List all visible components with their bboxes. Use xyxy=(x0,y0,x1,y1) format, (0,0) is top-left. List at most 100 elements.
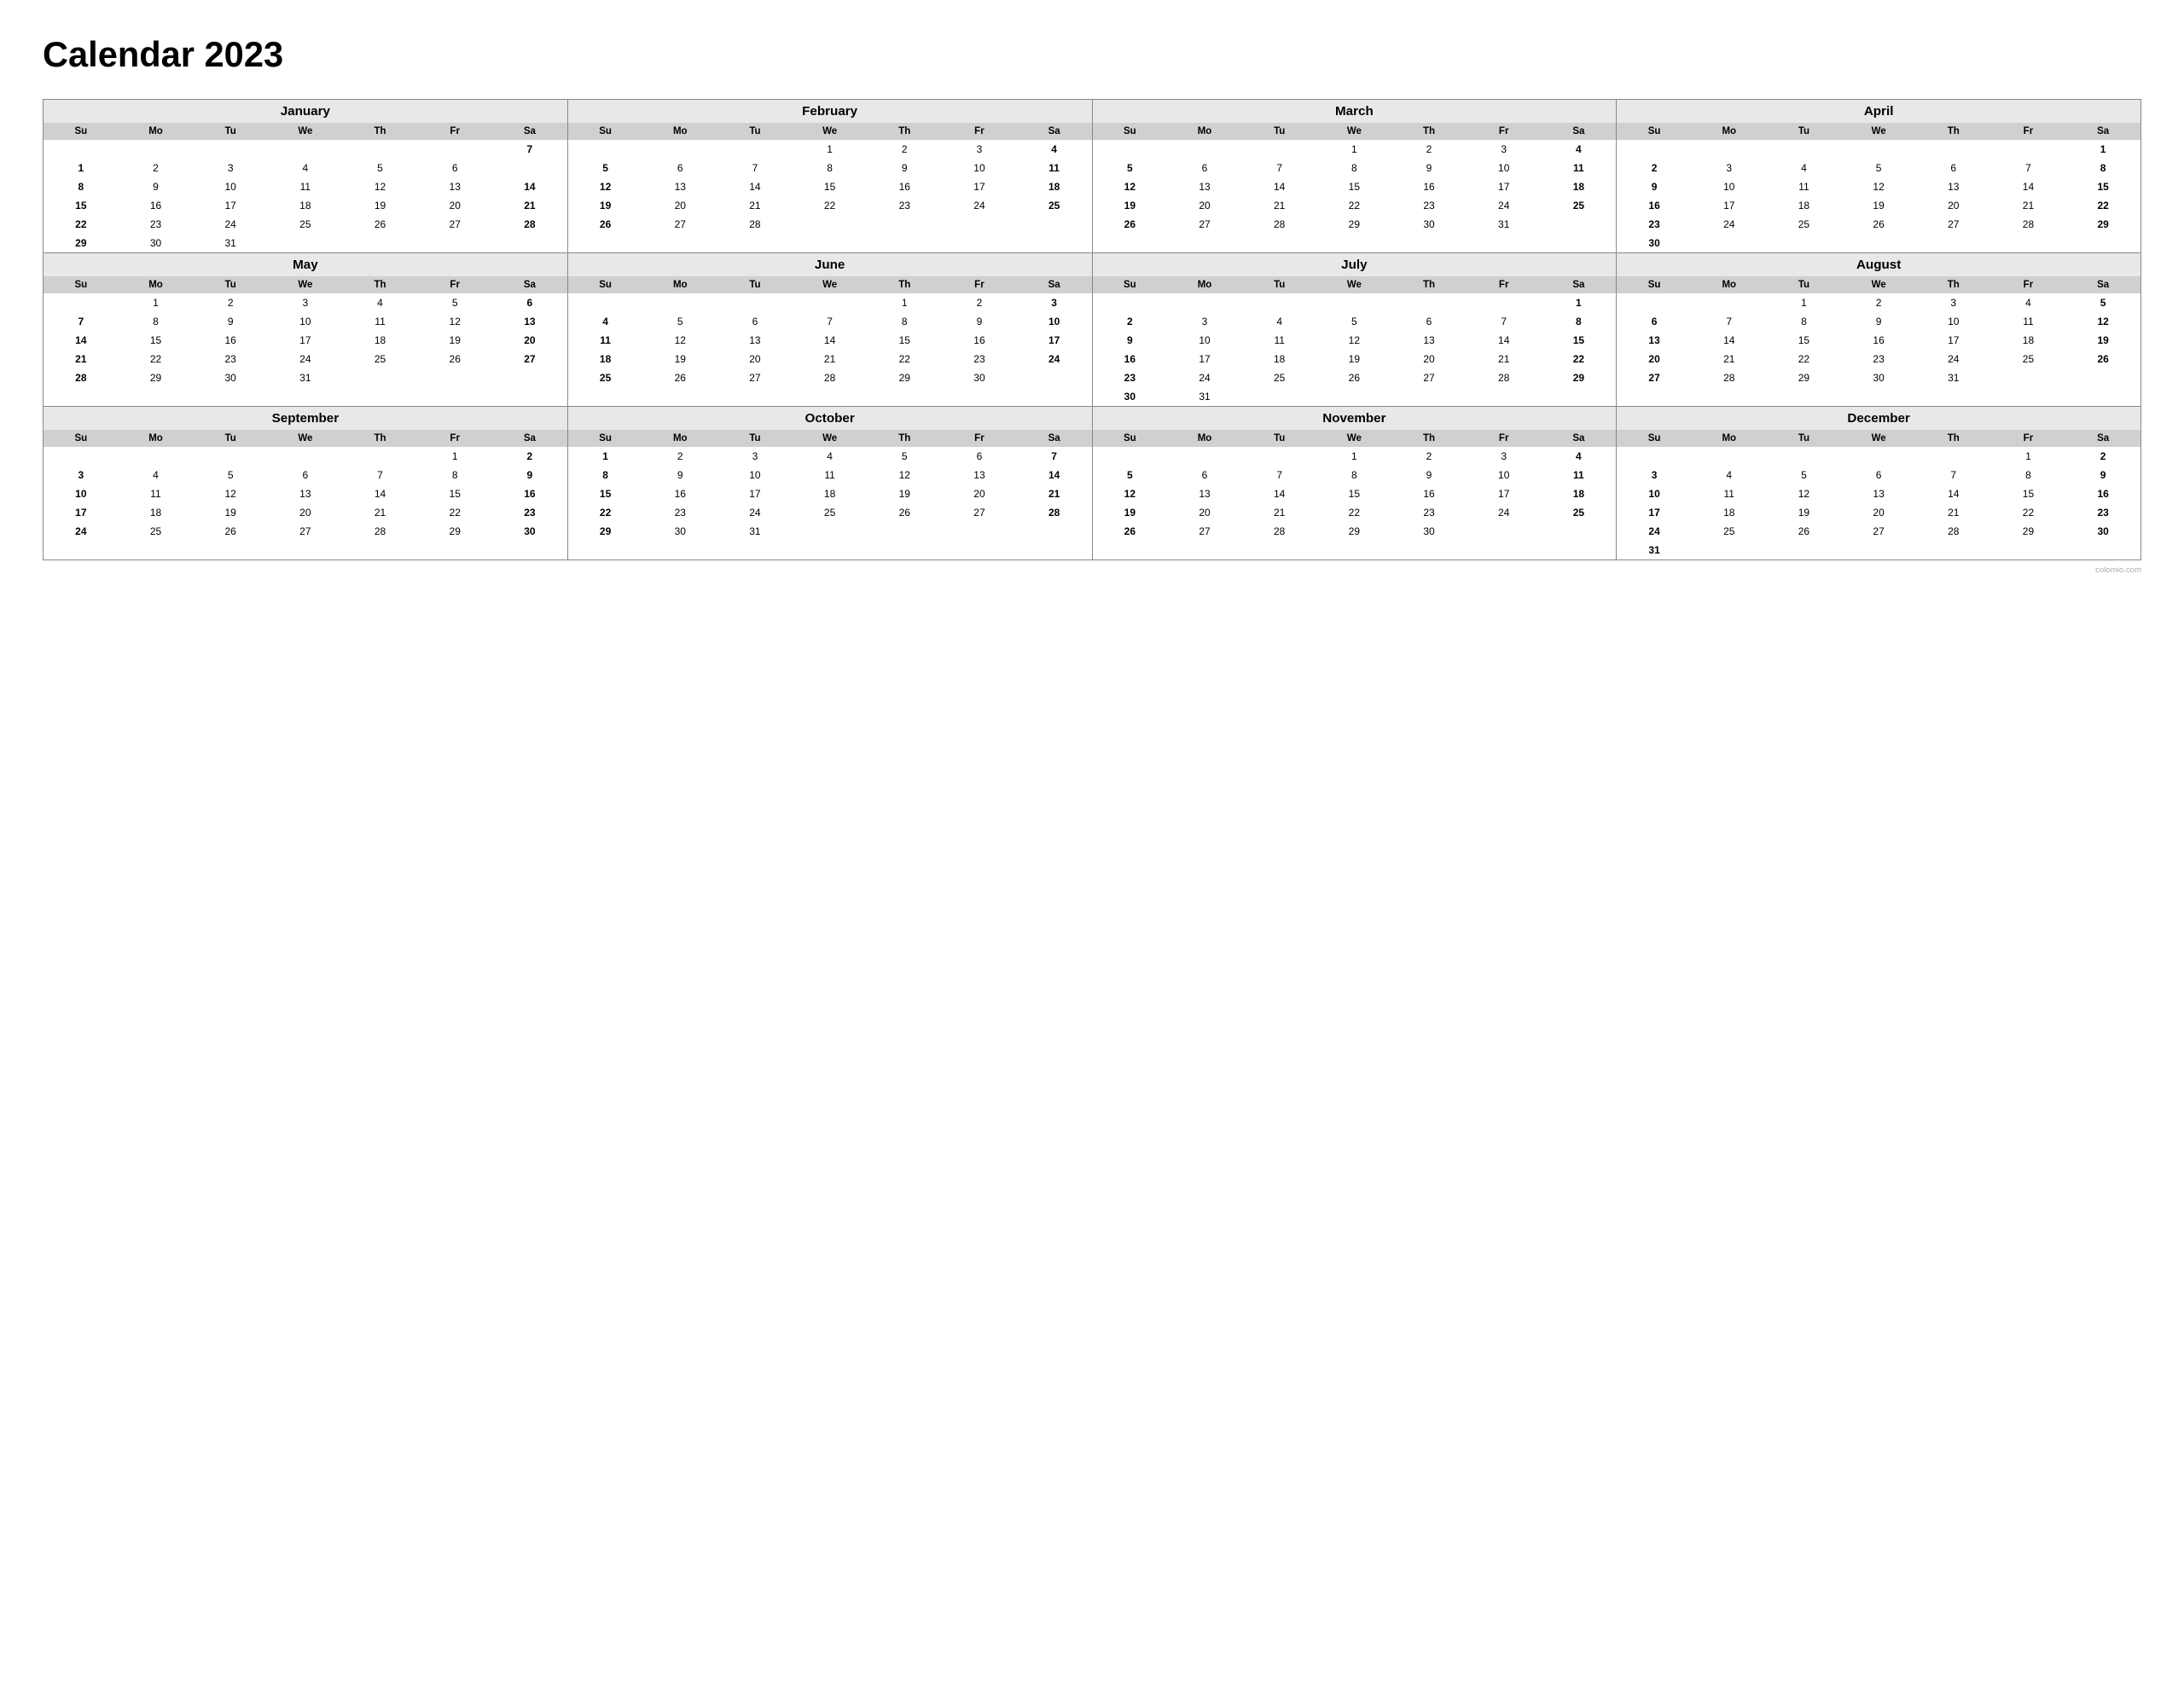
month-block-july: JulySuMoTuWeThFrSa1234567891011121314151… xyxy=(1093,253,1618,407)
weekday-header-su: Su xyxy=(1617,276,1692,293)
calendar-day: 8 xyxy=(1767,312,1842,331)
calendar-day xyxy=(568,140,643,159)
calendar-day xyxy=(1542,522,1617,541)
calendar-day: 30 xyxy=(1093,387,1168,406)
calendar-day: 4 xyxy=(1991,293,2066,312)
calendar-day: 11 xyxy=(568,331,643,350)
calendar-day: 29 xyxy=(1767,368,1842,387)
month-table-june: SuMoTuWeThFrSa12345678910111213141516171… xyxy=(568,276,1092,387)
calendar-day: 16 xyxy=(867,177,942,196)
calendar-day: 3 xyxy=(44,466,119,484)
calendar-day: 8 xyxy=(1542,312,1617,331)
calendar-day: 18 xyxy=(568,350,643,368)
month-title-april: April xyxy=(1617,100,2140,123)
calendar-day: 27 xyxy=(1391,368,1467,387)
calendar-day: 13 xyxy=(642,177,717,196)
weekday-header-sa: Sa xyxy=(2065,276,2140,293)
calendar-day: 14 xyxy=(793,331,868,350)
calendar-day: 8 xyxy=(793,159,868,177)
calendar-day: 7 xyxy=(1017,447,1092,466)
weekday-header-we: We xyxy=(793,430,868,447)
calendar-day: 20 xyxy=(642,196,717,215)
calendar-day xyxy=(642,140,717,159)
calendar-day: 20 xyxy=(1167,196,1242,215)
calendar-day: 4 xyxy=(268,159,343,177)
weekday-header-tu: Tu xyxy=(717,276,793,293)
month-block-november: NovemberSuMoTuWeThFrSa123456789101112131… xyxy=(1093,407,1618,560)
calendar-day: 4 xyxy=(1542,447,1617,466)
weekday-header-we: We xyxy=(1841,276,1916,293)
calendar-day: 23 xyxy=(1617,215,1692,234)
calendar-day: 5 xyxy=(2065,293,2140,312)
calendar-day: 15 xyxy=(793,177,868,196)
weekday-header-mo: Mo xyxy=(1167,123,1242,140)
calendar-day: 13 xyxy=(942,466,1017,484)
weekday-header-we: We xyxy=(268,276,343,293)
calendar-day: 5 xyxy=(1841,159,1916,177)
calendar-day: 29 xyxy=(867,368,942,387)
calendar-day: 2 xyxy=(1841,293,1916,312)
calendar-day xyxy=(2065,541,2140,559)
calendar-day: 1 xyxy=(867,293,942,312)
calendar-day: 24 xyxy=(1467,196,1542,215)
calendar-day: 26 xyxy=(343,215,418,234)
weekday-header-th: Th xyxy=(343,123,418,140)
calendar-day: 29 xyxy=(568,522,643,541)
calendar-day: 29 xyxy=(2065,215,2140,234)
calendar-day xyxy=(1767,447,1842,466)
calendar-day xyxy=(717,140,793,159)
calendar-day: 15 xyxy=(417,484,492,503)
calendar-day: 18 xyxy=(268,196,343,215)
calendar-day: 17 xyxy=(193,196,268,215)
calendar-day: 28 xyxy=(1916,522,1991,541)
weekday-header-su: Su xyxy=(1093,123,1168,140)
calendar-day xyxy=(119,447,194,466)
calendar-day: 9 xyxy=(193,312,268,331)
calendar-day: 5 xyxy=(193,466,268,484)
calendar-day: 6 xyxy=(642,159,717,177)
calendar-day: 21 xyxy=(44,350,119,368)
calendar-day: 14 xyxy=(1916,484,1991,503)
weekday-header-tu: Tu xyxy=(1767,123,1842,140)
weekday-header-tu: Tu xyxy=(193,123,268,140)
calendar-day xyxy=(1991,541,2066,559)
calendar-day: 7 xyxy=(1916,466,1991,484)
calendar-day: 8 xyxy=(568,466,643,484)
calendar-day xyxy=(1767,140,1842,159)
calendar-day: 16 xyxy=(942,331,1017,350)
calendar-day xyxy=(1991,234,2066,252)
calendar-day: 19 xyxy=(1767,503,1842,522)
calendar-day: 28 xyxy=(793,368,868,387)
calendar-day: 11 xyxy=(268,177,343,196)
calendar-day: 19 xyxy=(193,503,268,522)
calendar-day xyxy=(119,140,194,159)
calendar-day: 23 xyxy=(119,215,194,234)
calendar-day: 13 xyxy=(1916,177,1991,196)
calendar-day xyxy=(1467,522,1542,541)
calendar-day: 23 xyxy=(1841,350,1916,368)
calendar-day xyxy=(1167,293,1242,312)
month-block-june: JuneSuMoTuWeThFrSa1234567891011121314151… xyxy=(568,253,1093,407)
weekday-header-tu: Tu xyxy=(717,430,793,447)
calendar-day: 25 xyxy=(1692,522,1767,541)
calendar-day: 25 xyxy=(1991,350,2066,368)
calendar-day: 31 xyxy=(268,368,343,387)
month-table-march: SuMoTuWeThFrSa12345678910111213141516171… xyxy=(1093,123,1617,234)
calendar-day: 10 xyxy=(717,466,793,484)
calendar-day: 5 xyxy=(642,312,717,331)
calendar-day: 28 xyxy=(1242,522,1317,541)
calendar-day: 30 xyxy=(1391,522,1467,541)
calendar-day xyxy=(1391,293,1467,312)
weekday-header-we: We xyxy=(1317,430,1392,447)
calendar-day: 10 xyxy=(1916,312,1991,331)
calendar-day: 6 xyxy=(942,447,1017,466)
calendar-day xyxy=(1991,140,2066,159)
month-block-march: MarchSuMoTuWeThFrSa123456789101112131415… xyxy=(1093,100,1618,253)
calendar-day xyxy=(343,140,418,159)
calendar-day: 2 xyxy=(1391,140,1467,159)
calendar-day xyxy=(1916,234,1991,252)
weekday-header-fr: Fr xyxy=(1467,430,1542,447)
calendar-day: 24 xyxy=(1467,503,1542,522)
month-title-december: December xyxy=(1617,407,2140,430)
calendar-day: 22 xyxy=(119,350,194,368)
